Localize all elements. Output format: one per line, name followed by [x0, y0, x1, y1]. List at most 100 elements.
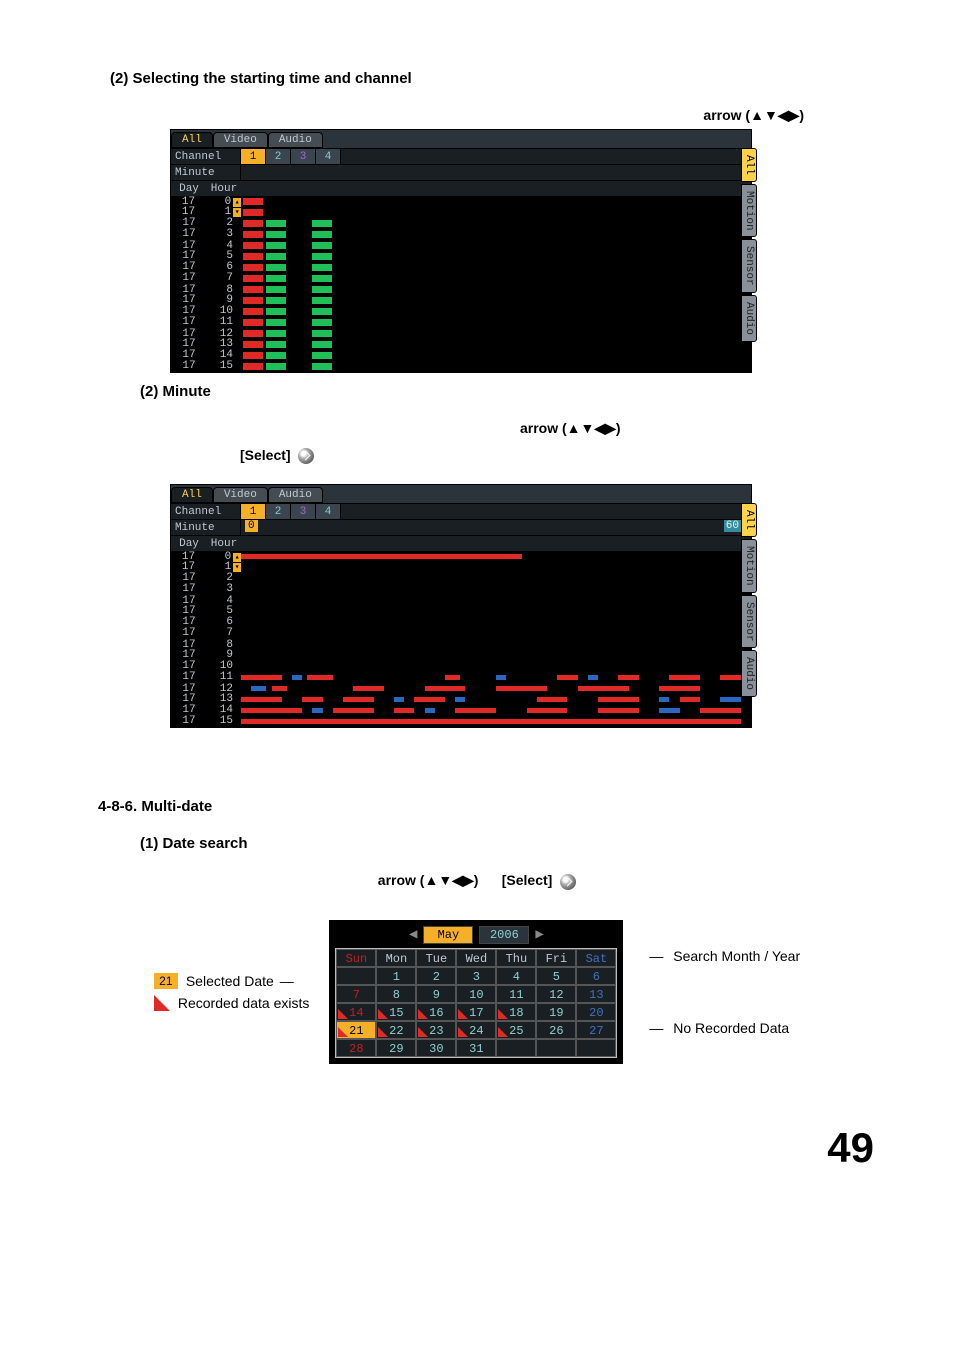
- row-label: 1711: [171, 672, 241, 683]
- search-month-year-label: Search Month / Year: [673, 948, 800, 964]
- minute-label: Minute: [171, 165, 241, 180]
- tab-video[interactable]: Video: [213, 487, 268, 503]
- scroll-down-icon[interactable]: ▾: [233, 563, 241, 572]
- calendar-next-button[interactable]: ▶: [535, 926, 543, 943]
- calendar-day[interactable]: 30: [416, 1039, 456, 1057]
- recorded-data-swatch: [154, 995, 170, 1011]
- timeline-row: [241, 595, 751, 606]
- side-tab-all[interactable]: All: [741, 148, 757, 182]
- channel-3[interactable]: 3: [291, 149, 316, 164]
- calendar-day[interactable]: 15: [376, 1003, 416, 1021]
- section-heading: (2) Selecting the starting time and chan…: [110, 70, 874, 87]
- date-search-heading: (1) Date search: [140, 835, 874, 852]
- calendar-day[interactable]: 20: [576, 1003, 616, 1021]
- scroll-down-icon[interactable]: ▾: [233, 208, 241, 217]
- channel-2[interactable]: 2: [266, 504, 291, 519]
- minute-start: 0: [245, 520, 258, 532]
- calendar-day[interactable]: 14: [336, 1003, 376, 1021]
- calendar-day[interactable]: 26: [536, 1021, 576, 1039]
- calendar-widget[interactable]: ◀ May 2006 ▶ SunMonTueWedThuFriSat123456…: [329, 920, 623, 1064]
- calendar-prev-button[interactable]: ◀: [409, 926, 417, 943]
- leader-line: —: [643, 1020, 669, 1036]
- calendar-day: [576, 1039, 616, 1057]
- timeline-row: [241, 284, 751, 295]
- weekday-header: Thu: [496, 949, 536, 967]
- select-label-text: [Select]: [240, 447, 291, 463]
- channel-1[interactable]: 1: [241, 504, 266, 519]
- timeline-row: [241, 229, 751, 240]
- calendar-day[interactable]: 7: [336, 985, 376, 1003]
- minute-heading: (2) Minute: [140, 383, 874, 400]
- tab-audio[interactable]: Audio: [268, 132, 323, 148]
- row-label: 177: [171, 628, 241, 639]
- calendar-day[interactable]: 19: [536, 1003, 576, 1021]
- leader-line: —: [274, 973, 300, 989]
- scroll-up-icon[interactable]: ▴: [233, 553, 241, 562]
- calendar-day[interactable]: 5: [536, 967, 576, 985]
- timeline-row: [241, 705, 751, 716]
- side-tab-audio[interactable]: Audio: [741, 295, 757, 342]
- weekday-header: Tue: [416, 949, 456, 967]
- select-button-icon: [560, 874, 576, 890]
- calendar-day[interactable]: 3: [456, 967, 496, 985]
- timeline-row: [241, 672, 751, 683]
- calendar-day[interactable]: 8: [376, 985, 416, 1003]
- channel-4[interactable]: 4: [316, 504, 341, 519]
- calendar-day[interactable]: 25: [496, 1021, 536, 1039]
- timeline-row: [241, 683, 751, 694]
- calendar-day[interactable]: 22: [376, 1021, 416, 1039]
- calendar-day[interactable]: 31: [456, 1039, 496, 1057]
- calendar-day[interactable]: 1: [376, 967, 416, 985]
- calendar-day[interactable]: 29: [376, 1039, 416, 1057]
- calendar-day[interactable]: 9: [416, 985, 456, 1003]
- calendar-day[interactable]: 11: [496, 985, 536, 1003]
- page-number: 49: [80, 1124, 874, 1172]
- calendar-day[interactable]: 28: [336, 1039, 376, 1057]
- calendar-day[interactable]: 12: [536, 985, 576, 1003]
- timeline-panel-1: AllMotionSensorAudio AllVideoAudio Chann…: [170, 129, 752, 373]
- timeline-row: [241, 573, 751, 584]
- timeline-row: [241, 339, 751, 350]
- channel-2[interactable]: 2: [266, 149, 291, 164]
- timeline-row: [241, 262, 751, 273]
- arrow-hint-3: arrow (▲▼◀▶): [378, 872, 479, 888]
- side-tab-motion[interactable]: Motion: [741, 184, 757, 238]
- calendar-day[interactable]: 27: [576, 1021, 616, 1039]
- channel-1[interactable]: 1: [241, 149, 266, 164]
- side-tab-motion[interactable]: Motion: [741, 539, 757, 593]
- side-tab-audio[interactable]: Audio: [741, 650, 757, 697]
- calendar-day[interactable]: 6: [576, 967, 616, 985]
- calendar-day[interactable]: 24: [456, 1021, 496, 1039]
- timeline-row: [241, 317, 751, 328]
- calendar-day[interactable]: 17: [456, 1003, 496, 1021]
- calendar-year-field[interactable]: 2006: [479, 926, 529, 944]
- recorded-exists-label: Recorded data exists: [178, 995, 310, 1011]
- calendar-day[interactable]: 16: [416, 1003, 456, 1021]
- tab-video[interactable]: Video: [213, 132, 268, 148]
- channel-3[interactable]: 3: [291, 504, 316, 519]
- tab-all[interactable]: All: [171, 487, 213, 503]
- timeline-row: [241, 328, 751, 339]
- timeline-row: [241, 650, 751, 661]
- minute-label: Minute: [171, 520, 241, 535]
- calendar-day: [536, 1039, 576, 1057]
- side-tab-sensor[interactable]: Sensor: [741, 595, 757, 649]
- tab-all[interactable]: All: [171, 132, 213, 148]
- calendar-day[interactable]: 10: [456, 985, 496, 1003]
- weekday-header: Mon: [376, 949, 416, 967]
- calendar-month-field[interactable]: May: [423, 926, 473, 944]
- calendar-day[interactable]: 13: [576, 985, 616, 1003]
- calendar-day[interactable]: 21: [336, 1021, 376, 1039]
- side-tab-all[interactable]: All: [741, 503, 757, 537]
- tab-audio[interactable]: Audio: [268, 487, 323, 503]
- calendar-day[interactable]: 4: [496, 967, 536, 985]
- scroll-up-icon[interactable]: ▴: [233, 198, 241, 207]
- side-tab-sensor[interactable]: Sensor: [741, 239, 757, 293]
- row-label: 1715: [171, 361, 241, 372]
- calendar-day[interactable]: 2: [416, 967, 456, 985]
- timeline-row: [241, 606, 751, 617]
- channel-4[interactable]: 4: [316, 149, 341, 164]
- calendar-day[interactable]: 23: [416, 1021, 456, 1039]
- calendar-day[interactable]: 18: [496, 1003, 536, 1021]
- timeline-row: [241, 207, 751, 218]
